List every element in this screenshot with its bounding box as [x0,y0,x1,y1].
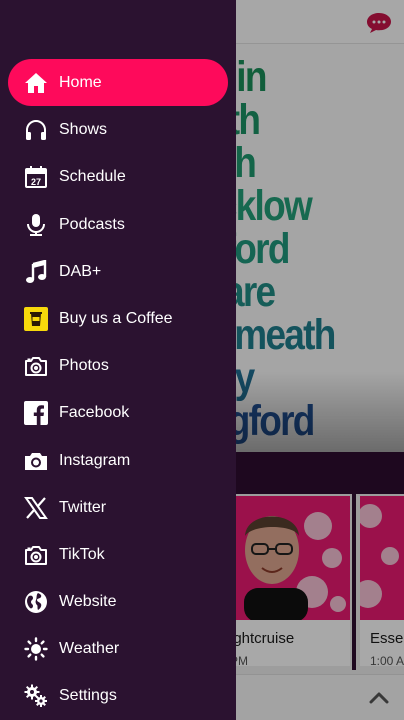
nav-item-facebook[interactable]: Facebook [0,389,236,436]
facebook-icon [24,401,48,426]
nav-item-instagram[interactable]: Instagram [0,437,236,484]
nav-list: Home Shows 27 Schedule Podcasts DAB+ Buy… [0,59,236,720]
nav-item-label: Buy us a Coffee [59,309,173,327]
calendar-day: 27 [31,177,41,187]
nav-item-settings[interactable]: Settings [0,672,236,719]
nav-item-label: Facebook [59,404,130,422]
globe-icon [24,590,48,614]
navigation-drawer: Home Shows 27 Schedule Podcasts DAB+ Buy… [0,0,236,720]
nav-item-label: Website [59,593,117,611]
nav-item-website[interactable]: Website [0,578,236,625]
nav-item-home[interactable]: Home [0,59,236,106]
nav-item-label: Shows [59,121,108,139]
calendar-icon: 27 [24,165,48,189]
x-twitter-icon [24,496,48,520]
nav-item-buy-coffee[interactable]: Buy us a Coffee [0,295,236,342]
nav-item-label: Podcasts [59,215,125,233]
nav-item-label: DAB+ [59,262,102,280]
nav-item-label: Photos [59,357,109,375]
home-icon [24,71,48,95]
nav-item-photos[interactable]: Photos [0,342,236,389]
music-note-icon [24,259,48,284]
nav-item-twitter[interactable]: Twitter [0,484,236,531]
nav-item-dab[interactable]: DAB+ [0,248,236,295]
nav-item-label: TikTok [59,545,105,563]
camera-icon [24,543,48,567]
nav-item-label: Schedule [59,168,126,186]
microphone-icon [24,213,48,237]
nav-item-label: Home [59,74,102,91]
coffee-icon [24,306,48,331]
nav-item-shows[interactable]: Shows [0,106,236,153]
nav-item-label: Instagram [59,451,131,469]
gears-icon [24,684,48,708]
instagram-icon [24,449,48,473]
headphones-icon [24,118,48,142]
camera-icon [24,354,48,378]
sun-icon [24,637,48,661]
nav-item-podcasts[interactable]: Podcasts [0,201,236,248]
nav-item-label: Twitter [59,498,107,516]
nav-item-tiktok[interactable]: TikTok [0,531,236,578]
nav-item-schedule[interactable]: 27 Schedule [0,153,236,200]
nav-item-label: Weather [59,640,120,658]
nav-item-weather[interactable]: Weather [0,625,236,672]
nav-item-label: Settings [59,687,117,705]
